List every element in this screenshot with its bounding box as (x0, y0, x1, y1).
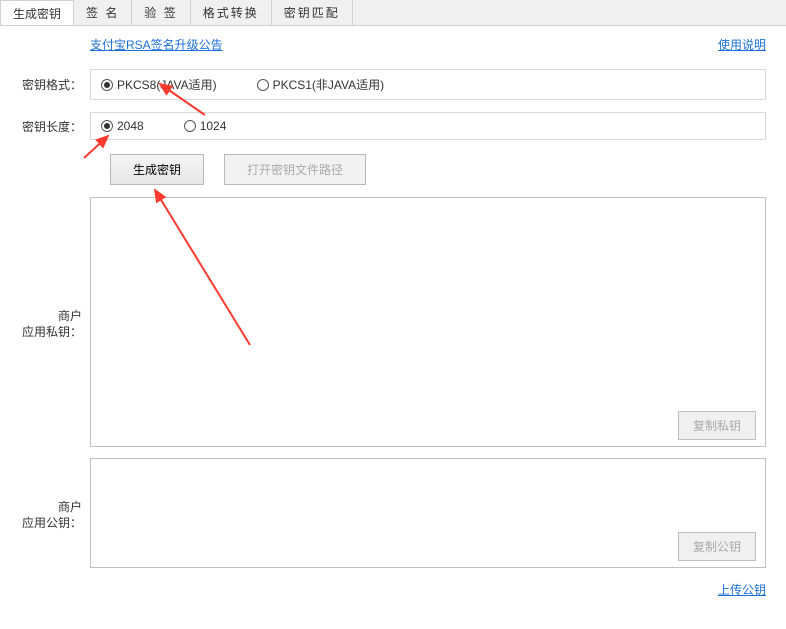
radio-icon (184, 120, 196, 132)
generate-key-button[interactable]: 生成密钥 (110, 154, 204, 185)
radio-group-format: PKCS8(JAVA适用) PKCS1(非JAVA适用) (90, 69, 766, 100)
tab-sign[interactable]: 签 名 (74, 0, 132, 25)
radio-icon (257, 79, 269, 91)
radio-label-pkcs1: PKCS1(非JAVA适用) (273, 76, 385, 93)
row-public-key: 商户 应用公钥： 复制公钥 (0, 454, 786, 575)
radio-icon (101, 79, 113, 91)
tab-format-convert[interactable]: 格式转换 (191, 0, 272, 25)
tab-verify[interactable]: 验 签 (132, 0, 190, 25)
label-key-format: 密钥格式： (0, 76, 90, 93)
radio-pkcs1[interactable]: PKCS1(非JAVA适用) (257, 76, 385, 93)
radio-group-length: 2048 1024 (90, 112, 766, 140)
radio-pkcs8[interactable]: PKCS8(JAVA适用) (101, 76, 217, 93)
button-row: 生成密钥 打开密钥文件路径 (0, 146, 786, 193)
radio-label-1024: 1024 (200, 119, 227, 133)
copy-private-button[interactable]: 复制私钥 (678, 411, 756, 440)
radio-label-2048: 2048 (117, 119, 144, 133)
tab-key-match[interactable]: 密钥匹配 (272, 0, 353, 25)
upload-row: 上传公钥 (0, 575, 786, 608)
row-private-key: 商户 应用私钥： 复制私钥 (0, 193, 786, 454)
textarea-private-key[interactable] (90, 197, 766, 447)
tab-bar: 生成密钥 签 名 验 签 格式转换 密钥匹配 (0, 0, 786, 26)
radio-icon (101, 120, 113, 132)
open-key-path-button[interactable]: 打开密钥文件路径 (224, 154, 366, 185)
label-key-length: 密钥长度： (0, 118, 90, 135)
link-usage[interactable]: 使用说明 (718, 36, 766, 53)
label-public-key: 商户 应用公钥： (0, 499, 90, 531)
label-private-key: 商户 应用私钥： (0, 308, 90, 340)
link-upload-public[interactable]: 上传公钥 (718, 583, 766, 597)
link-announcement[interactable]: 支付宝RSA签名升级公告 (90, 36, 223, 53)
radio-label-pkcs8: PKCS8(JAVA适用) (117, 76, 217, 93)
row-key-length: 密钥长度： 2048 1024 (0, 106, 786, 146)
link-row: 支付宝RSA签名升级公告 使用说明 (0, 26, 786, 63)
radio-2048[interactable]: 2048 (101, 119, 144, 133)
textarea-public-key[interactable] (90, 458, 766, 568)
radio-1024[interactable]: 1024 (184, 119, 227, 133)
tab-generate-key[interactable]: 生成密钥 (0, 0, 74, 25)
row-key-format: 密钥格式： PKCS8(JAVA适用) PKCS1(非JAVA适用) (0, 63, 786, 106)
copy-public-button[interactable]: 复制公钥 (678, 532, 756, 561)
